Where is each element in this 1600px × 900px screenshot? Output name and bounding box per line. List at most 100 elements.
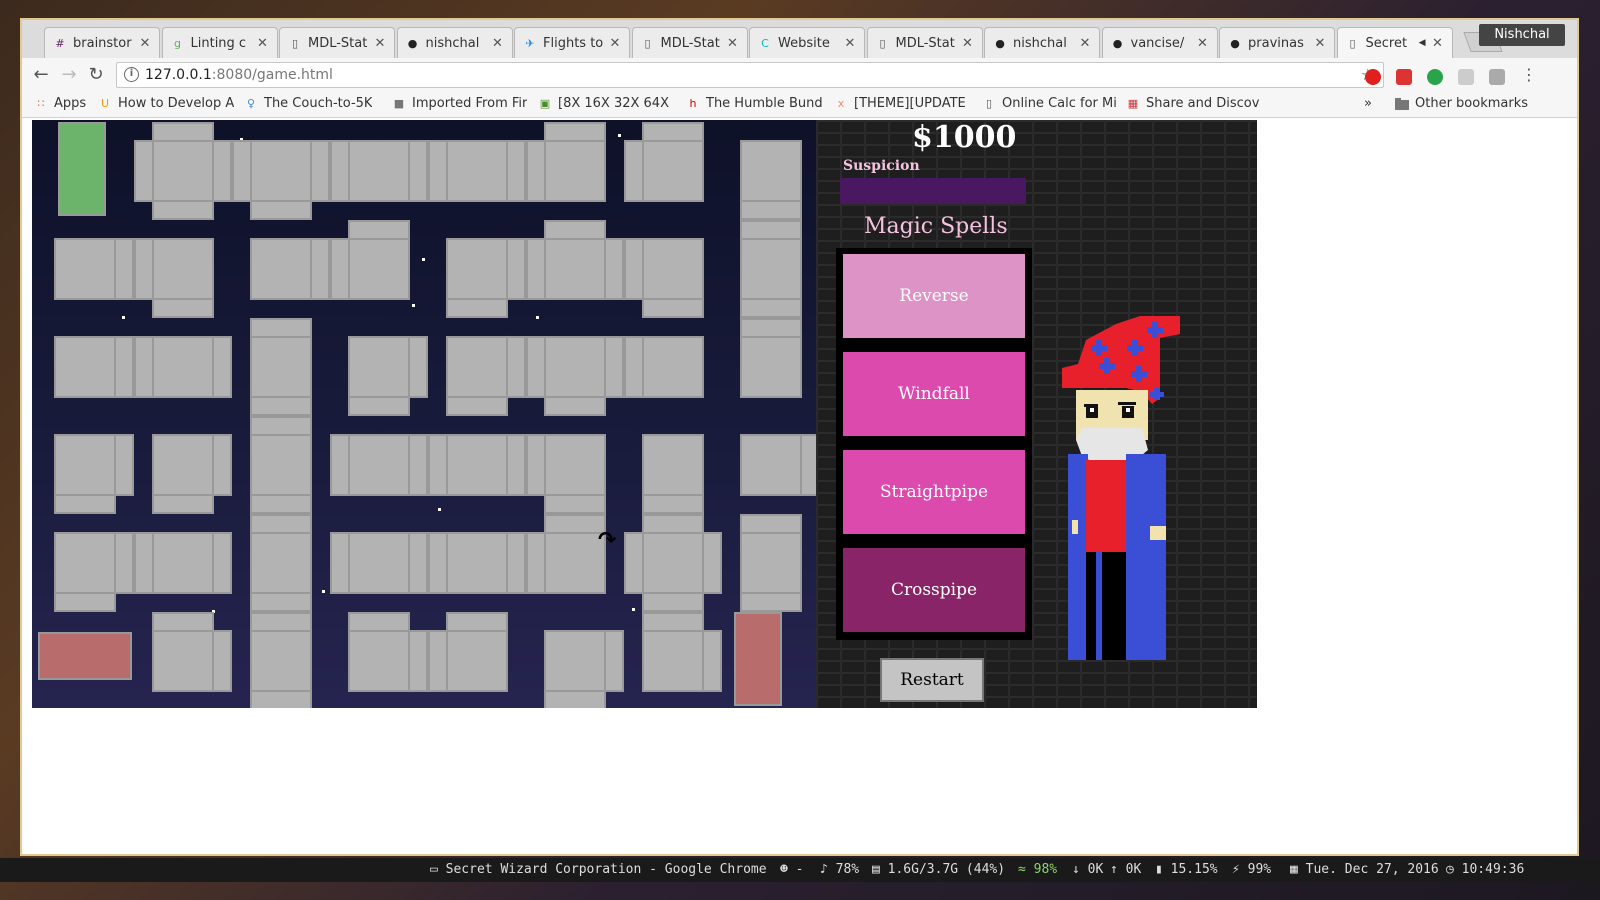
close-icon[interactable]: ✕ xyxy=(1314,36,1326,51)
bookmark-item[interactable]: ▯ Online Calc for Mi xyxy=(982,96,1117,111)
pipe-tile[interactable] xyxy=(722,220,816,318)
back-icon[interactable]: ← xyxy=(30,64,52,86)
bookmark-item[interactable]: U How to Develop A xyxy=(98,96,234,111)
pipe-tile[interactable] xyxy=(36,318,134,416)
close-icon[interactable]: ✕ xyxy=(962,36,974,51)
pipe-tile[interactable] xyxy=(722,416,816,514)
close-icon[interactable]: ✕ xyxy=(374,36,386,51)
more-bookmarks-button[interactable]: » xyxy=(1364,96,1372,111)
pipe-tile[interactable] xyxy=(330,514,428,612)
pipe-tile[interactable] xyxy=(624,220,722,318)
tab-10[interactable]: ● pravinas ✕ xyxy=(1219,27,1335,58)
pipe-tile[interactable] xyxy=(428,220,526,318)
opera-extension-icon[interactable] xyxy=(1365,69,1381,85)
pipe-tile[interactable] xyxy=(232,122,330,220)
profile-button[interactable]: Nishchal xyxy=(1479,24,1565,46)
tab-8[interactable]: ● nishchal ✕ xyxy=(984,27,1100,58)
pipe-tile[interactable] xyxy=(722,514,816,612)
spell-reverse-button[interactable]: Reverse xyxy=(843,254,1025,338)
pipe-tile[interactable] xyxy=(232,514,330,612)
pipe-tile[interactable] xyxy=(232,612,330,708)
address-bar[interactable]: i 127.0.0.1:8080/game.html ☆ xyxy=(116,62,1384,88)
pipe-tile[interactable] xyxy=(624,122,722,220)
pipe-tile[interactable] xyxy=(722,122,816,220)
pipe-tile[interactable] xyxy=(722,318,816,416)
bookmark-item[interactable]: x [THEME][UPDATE xyxy=(834,96,966,111)
todoist-extension-icon[interactable] xyxy=(1396,69,1412,85)
bookmark-item[interactable]: h The Humble Bund xyxy=(686,96,823,111)
reload-icon[interactable]: ↻ xyxy=(85,64,107,86)
pipe-tile[interactable] xyxy=(232,416,330,514)
info-icon[interactable]: i xyxy=(124,67,139,82)
close-icon[interactable]: ✕ xyxy=(139,36,151,51)
tab-2[interactable]: ▯ MDL-Stat ✕ xyxy=(279,27,395,58)
close-icon[interactable]: ✕ xyxy=(1432,36,1444,51)
tab-1[interactable]: g Linting c ✕ xyxy=(161,27,278,58)
tab-6[interactable]: C Website ✕ xyxy=(749,27,865,58)
pipe-tile[interactable] xyxy=(526,612,624,708)
close-icon[interactable]: ✕ xyxy=(1197,36,1209,51)
pipe-tile[interactable] xyxy=(134,416,232,514)
spell-windfall-button[interactable]: Windfall xyxy=(843,352,1025,436)
bookmark-item[interactable]: ▦ Share and Discov xyxy=(1126,96,1260,111)
pipe-tile[interactable] xyxy=(428,514,526,612)
pipe-tile[interactable] xyxy=(232,220,330,318)
pipe-tile[interactable] xyxy=(624,416,722,514)
pipe-tile[interactable] xyxy=(722,612,816,708)
pipe-tile[interactable] xyxy=(428,612,526,708)
pipe-tile[interactable] xyxy=(232,318,330,416)
bookmark-item[interactable]: ♀ The Couch-to-5K xyxy=(244,96,372,111)
pipe-tile[interactable] xyxy=(330,220,428,318)
close-icon[interactable]: ✕ xyxy=(492,36,504,51)
pipe-tile[interactable] xyxy=(526,416,624,514)
pipe-tile[interactable] xyxy=(428,318,526,416)
react-extension-icon[interactable] xyxy=(1458,69,1474,85)
speaker-icon[interactable]: ◀ xyxy=(1419,38,1426,48)
pipe-tile[interactable] xyxy=(36,612,134,708)
spell-crosspipe-button[interactable]: Crosspipe xyxy=(843,548,1025,632)
tab-11[interactable]: ▯ Secret ◀ ✕ xyxy=(1336,27,1453,58)
pipe-tile[interactable] xyxy=(330,122,428,220)
pipe-tile[interactable] xyxy=(428,416,526,514)
tab-0[interactable]: # brainstor ✕ xyxy=(44,27,160,58)
pipe-tile[interactable] xyxy=(134,122,232,220)
restart-button[interactable]: Restart xyxy=(880,658,984,702)
tab-4[interactable]: ✈ Flights to ✕ xyxy=(514,27,630,58)
other-bookmarks[interactable]: Other bookmarks xyxy=(1395,96,1528,111)
pipe-tile[interactable] xyxy=(36,416,134,514)
pipe-tile[interactable] xyxy=(134,514,232,612)
tab-7[interactable]: ▯ MDL-Stat ✕ xyxy=(866,27,983,58)
bookmark-item[interactable]: ▣ [8X 16X 32X 64X xyxy=(538,96,669,111)
s-extension-icon[interactable] xyxy=(1489,69,1505,85)
close-icon[interactable]: ✕ xyxy=(257,36,269,51)
pipe-tile[interactable] xyxy=(624,612,722,708)
pipe-tile[interactable] xyxy=(330,612,428,708)
tab-5[interactable]: ▯ MDL-Stat ✕ xyxy=(631,27,748,58)
tab-9[interactable]: ● vancise/ ✕ xyxy=(1101,27,1218,58)
pipe-tile[interactable] xyxy=(330,416,428,514)
green-extension-icon[interactable] xyxy=(1427,69,1443,85)
close-icon[interactable]: ✕ xyxy=(1079,36,1091,51)
close-icon[interactable]: ✕ xyxy=(727,36,739,51)
bookmark-item[interactable]: ■ Imported From Fir xyxy=(392,96,528,111)
pipe-tile[interactable] xyxy=(134,220,232,318)
close-icon[interactable]: ✕ xyxy=(844,36,856,51)
pipe-tile[interactable] xyxy=(36,514,134,612)
pipe-tile[interactable] xyxy=(624,514,722,612)
spell-straightpipe-button[interactable]: Straightpipe xyxy=(843,450,1025,534)
pipe-tile[interactable] xyxy=(526,318,624,416)
pipe-tile[interactable] xyxy=(330,318,428,416)
pipe-tile[interactable] xyxy=(526,220,624,318)
pipe-tile[interactable] xyxy=(624,318,722,416)
pipe-tile[interactable] xyxy=(134,612,232,708)
bookmark-item[interactable]: ∷ Apps xyxy=(34,96,87,111)
forward-icon[interactable]: → xyxy=(58,64,80,86)
pipe-game-board[interactable]: ↷ xyxy=(32,120,816,708)
pipe-tile[interactable] xyxy=(36,220,134,318)
tab-3[interactable]: ● nishchal ✕ xyxy=(396,27,513,58)
close-icon[interactable]: ✕ xyxy=(609,36,621,51)
menu-icon[interactable]: ⋮ xyxy=(1518,64,1540,86)
pipe-tile[interactable] xyxy=(428,122,526,220)
pipe-tile[interactable] xyxy=(526,122,624,220)
pipe-tile[interactable] xyxy=(36,122,134,220)
